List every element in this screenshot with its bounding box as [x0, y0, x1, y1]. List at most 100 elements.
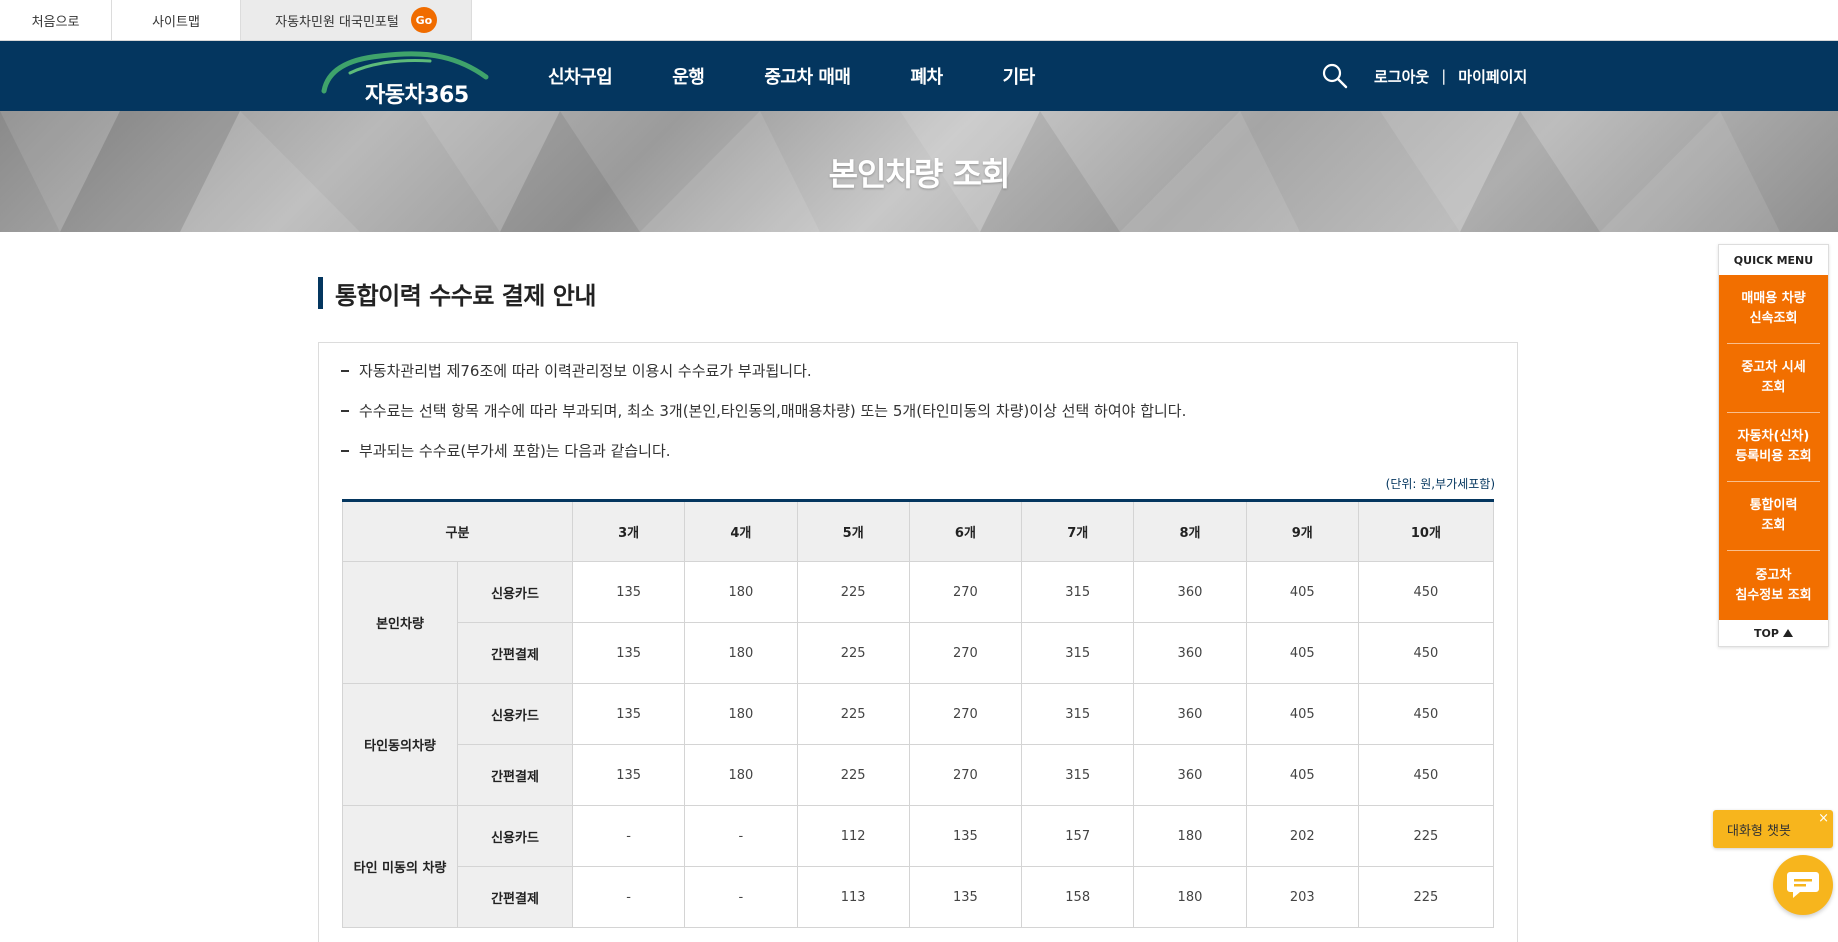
chatbot-button[interactable]: [1773, 855, 1833, 915]
fee-cell: 225: [1357, 805, 1495, 867]
fee-cell: 225: [1357, 866, 1495, 928]
fee-cell: 135: [571, 683, 686, 745]
fee-cell: 360: [1133, 683, 1247, 745]
fee-cell: 405: [1245, 561, 1359, 623]
quick-menu-title: QUICK MENU: [1733, 253, 1814, 267]
nav-driving[interactable]: 운행: [672, 63, 705, 89]
group-label: 본인차량: [342, 561, 458, 684]
note-item: 부과되는 수수료(부가세 포함)는 다음과 같습니다.: [341, 441, 1186, 481]
header-col: 4개: [684, 500, 798, 562]
go-badge: Go: [410, 7, 437, 33]
fee-cell: 202: [1245, 805, 1359, 867]
fee-cell: 180: [684, 744, 798, 806]
fee-cell: 450: [1357, 561, 1495, 623]
table-header-row: 구분 3개 4개 5개 6개 7개 8개 9개 10개: [342, 500, 1495, 562]
header-col: 7개: [1021, 500, 1135, 562]
quick-item-registration-cost[interactable]: 자동차(신차) 등록비용 조회: [1727, 413, 1820, 482]
fee-cell: 158: [1021, 866, 1135, 928]
fee-cell: 180: [684, 622, 798, 684]
home-link[interactable]: 처음으로: [0, 0, 112, 40]
fee-cell: 360: [1133, 744, 1247, 806]
sitemap-link[interactable]: 사이트맵: [112, 0, 241, 40]
fee-cell: -: [571, 866, 686, 928]
fee-cell: 270: [908, 561, 1023, 623]
fee-cell: 180: [1133, 866, 1247, 928]
fee-cell: 225: [796, 744, 910, 806]
quick-menu-list: 매매용 차량 신속조회 중고차 시세 조회 자동차(신차) 등록비용 조회 통합…: [1719, 275, 1828, 620]
quick-item-history-lookup[interactable]: 통합이력 조회: [1727, 482, 1820, 551]
table-row: 타인동의차량 신용카드 135 180 225 270 315 360 405 …: [342, 683, 1495, 806]
fee-cell: -: [571, 805, 686, 867]
chatbot-tooltip[interactable]: 대화형 챗봇 ×: [1713, 810, 1833, 848]
nav-etc[interactable]: 기타: [1003, 63, 1036, 89]
logout-link[interactable]: 로그아웃: [1374, 66, 1429, 87]
search-icon[interactable]: [1322, 63, 1348, 89]
notes-list: 자동차관리법 제76조에 따라 이력관리정보 이용시 수수료가 부과됩니다. 수…: [341, 361, 1186, 481]
main-navbar: 자동차365 신차구입 운행 중고차 매매 폐차 기타 로그아웃 | 마이페이지: [0, 41, 1838, 111]
note-item: 수수료는 선택 항목 개수에 따라 부과되며, 최소 3개(본인,타인동의,매매…: [341, 401, 1186, 441]
quick-item-flood-info[interactable]: 중고차 침수정보 조회: [1727, 551, 1820, 620]
fee-cell: 180: [684, 683, 798, 745]
fee-cell: 180: [1133, 805, 1247, 867]
unit-label: (단위: 원,부가세포함): [1385, 477, 1495, 491]
quick-item-sale-car-lookup[interactable]: 매매용 차량 신속조회: [1727, 275, 1820, 344]
chat-bubble-icon: [1787, 872, 1819, 898]
mypage-link[interactable]: 마이페이지: [1458, 66, 1527, 87]
fee-cell: 135: [571, 744, 686, 806]
fee-cell: 360: [1133, 561, 1247, 623]
menu-separator: |: [1441, 67, 1447, 85]
quick-item-used-car-price[interactable]: 중고차 시세 조회: [1727, 344, 1820, 413]
table-row: 타인 미동의 차량 신용카드 - - 112 135 157 180 202 2…: [342, 805, 1495, 928]
fee-cell: 225: [796, 561, 910, 623]
fee-cell: 157: [1021, 805, 1135, 867]
fee-cell: 450: [1357, 622, 1495, 684]
arrow-up-icon: [1782, 629, 1793, 637]
page-title: 본인차량 조회: [828, 154, 1011, 193]
fee-cell: 135: [571, 622, 686, 684]
nav-new-car[interactable]: 신차구입: [548, 63, 613, 89]
portal-link[interactable]: 자동차민원 대국민포털 Go: [241, 0, 472, 40]
table-row: 간편결제 135 180 225 270 315 360 405 450: [343, 622, 1495, 684]
fee-cell: 315: [1021, 622, 1135, 684]
fee-cell: 135: [571, 561, 686, 623]
group-label: 타인 미동의 차량: [342, 805, 458, 928]
fee-cell: 203: [1245, 866, 1359, 928]
header-col: 6개: [908, 500, 1023, 562]
fee-cell: 112: [796, 805, 910, 867]
fee-cell: 315: [1021, 683, 1135, 745]
logo[interactable]: 자동차365: [320, 47, 490, 108]
method-label: 간편결제: [457, 866, 573, 928]
table-row: 간편결제 135 180 225 270 315 360 405 450: [343, 744, 1495, 806]
header-category: 구분: [342, 500, 573, 562]
note-item: 자동차관리법 제76조에 따라 이력관리정보 이용시 수수료가 부과됩니다.: [341, 361, 1186, 401]
fee-cell: 225: [796, 622, 910, 684]
fee-cell: 360: [1133, 622, 1247, 684]
fee-cell: 270: [908, 744, 1023, 806]
nav-scrap[interactable]: 폐차: [910, 63, 943, 89]
method-label: 신용카드: [457, 683, 573, 745]
close-icon[interactable]: ×: [1818, 811, 1829, 826]
fee-info-box: 자동차관리법 제76조에 따라 이력관리정보 이용시 수수료가 부과됩니다. 수…: [318, 342, 1518, 942]
utility-bar: 처음으로 사이트맵 자동차민원 대국민포털 Go: [0, 0, 1838, 41]
fee-cell: 450: [1357, 683, 1495, 745]
fee-cell: 405: [1245, 744, 1359, 806]
fee-cell: 270: [908, 622, 1023, 684]
fee-cell: 135: [908, 805, 1023, 867]
fee-cell: -: [684, 866, 798, 928]
fee-cell: 405: [1245, 622, 1359, 684]
fee-cell: 315: [1021, 561, 1135, 623]
method-label: 간편결제: [457, 744, 573, 806]
header-col: 3개: [571, 500, 686, 562]
primary-menu: 신차구입 운행 중고차 매매 폐차 기타: [548, 41, 1095, 111]
fee-cell: 113: [796, 866, 910, 928]
fee-cell: 225: [796, 683, 910, 745]
fee-cell: 270: [908, 683, 1023, 745]
method-label: 신용카드: [457, 561, 573, 623]
fee-cell: 405: [1245, 683, 1359, 745]
nav-used-car[interactable]: 중고차 매매: [764, 63, 851, 89]
scroll-top-button[interactable]: TOP: [1719, 620, 1828, 646]
header-col: 8개: [1133, 500, 1247, 562]
fee-table: 구분 3개 4개 5개 6개 7개 8개 9개 10개 본인차량 신용카드 13…: [342, 499, 1495, 928]
group-label: 타인동의차량: [342, 683, 458, 806]
method-label: 간편결제: [457, 622, 573, 684]
